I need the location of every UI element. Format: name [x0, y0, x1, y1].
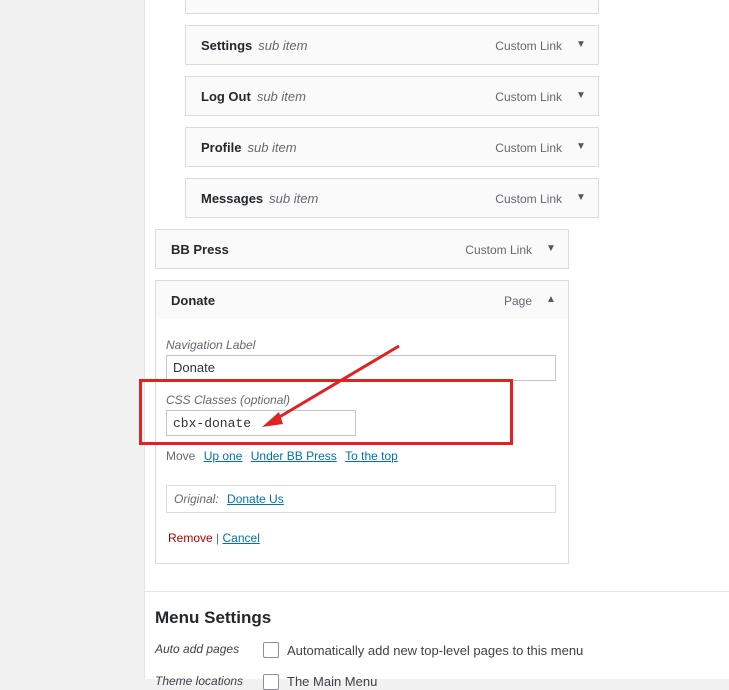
theme-location-checkbox[interactable]	[263, 674, 279, 690]
move-to-top-link[interactable]: To the top	[345, 449, 398, 463]
chevron-down-icon[interactable]: ▼	[572, 36, 590, 54]
menu-item-bbpress[interactable]: BB Press Custom Link ▼	[155, 229, 569, 269]
chevron-down-icon[interactable]: ▼	[572, 189, 590, 207]
menu-item-type: Custom Link	[495, 90, 562, 104]
menu-item-profile[interactable]: Profile sub item Custom Link ▼	[185, 127, 599, 167]
remove-link[interactable]: Remove	[168, 531, 213, 545]
auto-add-pages-checkbox[interactable]	[263, 642, 279, 658]
menu-item-type: Custom Link	[465, 243, 532, 257]
auto-add-pages-label: Auto add pages	[155, 642, 240, 656]
menu-item-donate[interactable]: Donate Page ▲	[155, 280, 569, 320]
move-up-one-link[interactable]: Up one	[204, 449, 243, 463]
chevron-up-icon[interactable]: ▲	[542, 291, 560, 309]
chevron-down-icon[interactable]: ▼	[572, 87, 590, 105]
menu-item-title: Donate	[171, 293, 216, 308]
cancel-link[interactable]: Cancel	[223, 531, 260, 545]
menu-item-type: Custom Link	[495, 192, 562, 206]
menu-item-title: BB Press	[171, 242, 229, 257]
navigation-label-caption: Navigation Label	[166, 338, 256, 352]
menu-item-messages[interactable]: Messages sub item Custom Link ▼	[185, 178, 599, 218]
auto-add-pages-text: Automatically add new top-level pages to…	[287, 643, 584, 658]
menu-item-partial[interactable]	[185, 0, 599, 14]
item-actions: Remove | Cancel	[168, 531, 260, 545]
menu-item-type: Custom Link	[495, 39, 562, 53]
move-row: Move Up one Under BB Press To the top	[166, 449, 398, 463]
navigation-label-input[interactable]: Donate	[166, 355, 556, 381]
section-divider	[145, 591, 729, 592]
original-link[interactable]: Donate Us	[227, 492, 284, 506]
annotation-highlight-box	[139, 379, 513, 445]
menu-item-logout[interactable]: Log Out sub item Custom Link ▼	[185, 76, 599, 116]
menu-settings-title: Menu Settings	[155, 608, 272, 627]
theme-location-text: The Main Menu	[287, 674, 378, 689]
menu-item-title: Profile sub item	[201, 140, 297, 155]
original-box: Original: Donate Us	[166, 485, 556, 513]
chevron-down-icon[interactable]: ▼	[542, 240, 560, 258]
menu-item-title: Log Out sub item	[201, 89, 306, 104]
menu-item-type: Custom Link	[495, 141, 562, 155]
chevron-down-icon[interactable]: ▼	[572, 138, 590, 156]
admin-sidebar-edge	[144, 0, 145, 679]
menu-item-title: Settings sub item	[201, 38, 308, 53]
move-under-bbpress-link[interactable]: Under BB Press	[251, 449, 337, 463]
menu-item-type: Page	[503, 294, 532, 308]
menu-item-settings[interactable]: Settings sub item Custom Link ▼	[185, 25, 599, 65]
theme-locations-label: Theme locations	[155, 674, 244, 688]
actions-separator: |	[216, 531, 220, 545]
menu-item-title: Messages sub item	[201, 191, 319, 206]
